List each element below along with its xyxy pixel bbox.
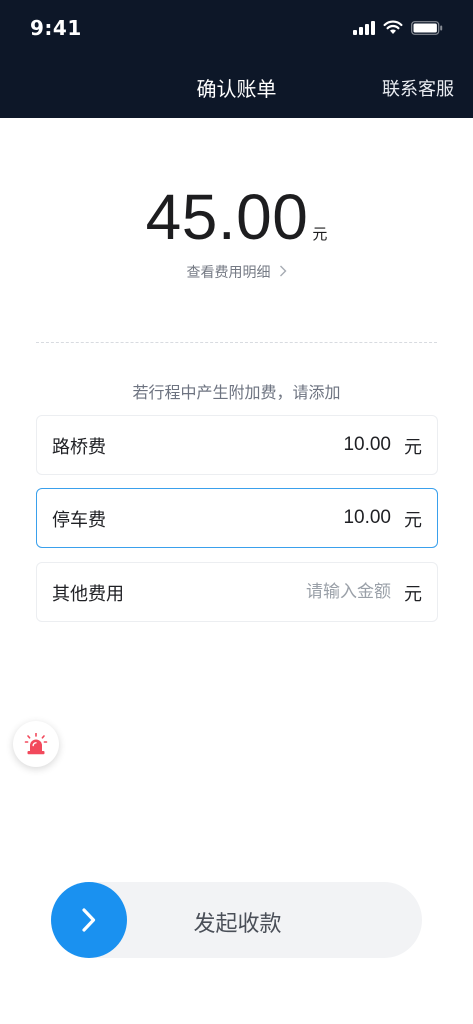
status-time: 9:41 xyxy=(30,16,82,40)
amount-display: 45.00 元 xyxy=(0,180,473,254)
view-fee-detail-label: 查看费用明细 xyxy=(186,265,271,281)
fee-label: 路桥费 xyxy=(52,437,106,458)
fee-label: 其他费用 xyxy=(52,584,124,605)
amount-value: 45.00 xyxy=(145,181,309,253)
alarm-siren-icon xyxy=(24,733,48,755)
fee-unit: 元 xyxy=(404,510,422,531)
slide-to-collect-handle[interactable] xyxy=(51,882,127,958)
divider xyxy=(36,342,437,343)
status-bar: 9:41 xyxy=(0,0,473,56)
chevron-right-icon xyxy=(82,908,96,932)
battery-icon xyxy=(411,20,443,35)
status-icons xyxy=(353,20,443,35)
fee-unit: 元 xyxy=(404,437,422,458)
amount-unit: 元 xyxy=(312,225,328,243)
fee-label: 停车费 xyxy=(52,510,106,531)
toll-fee-input[interactable] xyxy=(211,430,391,460)
other-fee-input[interactable] xyxy=(211,577,391,607)
fee-row-toll[interactable]: 路桥费 元 xyxy=(36,415,438,475)
fee-unit: 元 xyxy=(404,584,422,605)
view-fee-detail-link[interactable]: 查看费用明细 xyxy=(0,262,473,282)
chevron-right-icon xyxy=(279,265,287,281)
parking-fee-input[interactable] xyxy=(211,503,391,533)
extra-fee-hint: 若行程中产生附加费，请添加 xyxy=(132,383,341,402)
nav-bar: 确认账单 联系客服 xyxy=(0,56,473,118)
fee-row-other[interactable]: 其他费用 元 xyxy=(36,562,438,622)
alarm-button[interactable] xyxy=(13,721,59,767)
cellular-signal-icon xyxy=(353,20,375,35)
wifi-icon xyxy=(383,20,403,34)
fee-row-parking[interactable]: 停车费 元 xyxy=(36,488,438,548)
contact-service-button[interactable]: 联系客服 xyxy=(382,75,454,101)
